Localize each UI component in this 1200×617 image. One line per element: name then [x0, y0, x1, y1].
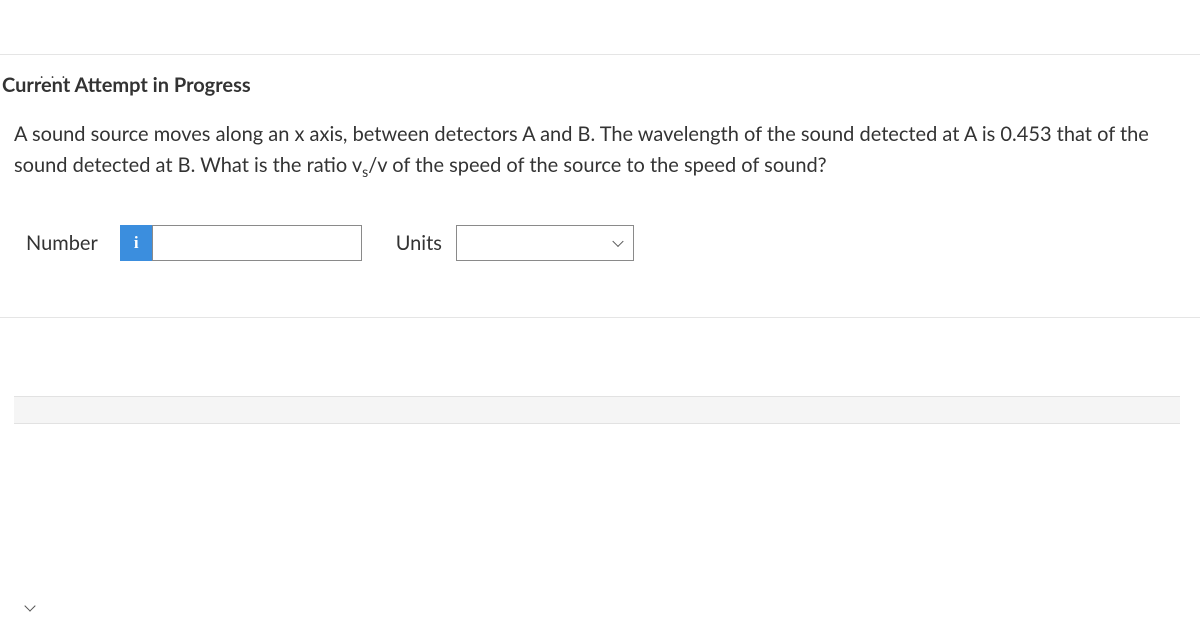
- bottom-area: [0, 396, 1200, 616]
- chevron-down-icon: [24, 600, 35, 611]
- info-icon[interactable]: i: [120, 225, 152, 261]
- units-select[interactable]: [456, 225, 634, 261]
- question-container: Current Attempt in Progress A sound sour…: [0, 54, 1200, 318]
- units-label: Units: [396, 231, 442, 255]
- number-label: Number: [26, 231, 98, 255]
- question-suffix: /v of the speed of the source to the spe…: [368, 153, 826, 177]
- attempt-heading: Current Attempt in Progress: [0, 55, 1200, 115]
- question-text: A sound source moves along an x axis, be…: [0, 115, 1200, 181]
- answer-row: Number i Units: [0, 181, 1200, 261]
- shade-band: [14, 396, 1180, 424]
- number-input[interactable]: [152, 225, 362, 261]
- top-dots: . . .: [40, 64, 67, 81]
- units-select-wrap: [456, 225, 634, 261]
